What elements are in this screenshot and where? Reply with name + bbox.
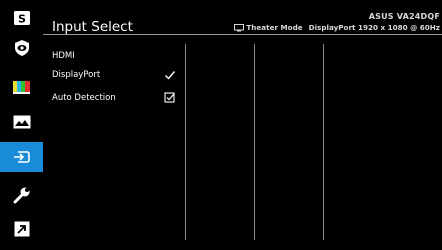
sidebar-item-system-setup[interactable]: [0, 180, 43, 210]
image-icon: [13, 115, 30, 129]
osd-panel: [43, 0, 442, 250]
checkbox-checked-icon[interactable]: [164, 92, 176, 104]
sidebar-item-splendid[interactable]: S: [0, 3, 43, 33]
column-divider: [254, 44, 255, 240]
monitor-icon: [234, 23, 245, 31]
svg-text:S: S: [18, 13, 26, 26]
color-bars-icon: [12, 81, 30, 94]
sidebar-item-input-select[interactable]: [0, 142, 43, 172]
sidebar-item-color[interactable]: [0, 72, 43, 102]
column-divider: [185, 44, 186, 240]
header-divider: [43, 34, 442, 35]
sidebar: S: [0, 0, 43, 250]
shield-icon: [14, 40, 29, 56]
wrench-icon: [13, 187, 29, 204]
s-logo-icon: S: [13, 11, 30, 26]
model-name: ASUS VA24DQF: [368, 12, 440, 21]
page-title: Input Select: [52, 19, 133, 35]
status-bar: Theater Mode DisplayPort 1920 x 1080 @ 6…: [234, 23, 440, 32]
signal-info: DisplayPort 1920 x 1080 @ 60Hz: [308, 23, 440, 32]
column-divider: [323, 44, 324, 240]
option-auto-detection[interactable]: Auto Detection: [52, 93, 116, 103]
shortcut-icon: [14, 221, 29, 237]
sidebar-item-eye-care[interactable]: [0, 33, 43, 63]
sidebar-item-image[interactable]: [0, 107, 43, 137]
input-select-icon: [13, 151, 30, 163]
option-hdmi[interactable]: HDMI: [52, 51, 75, 61]
check-icon: [165, 71, 176, 80]
option-displayport[interactable]: DisplayPort: [52, 70, 100, 80]
mode-label: Theater Mode: [246, 23, 303, 32]
sidebar-item-shortcut[interactable]: [0, 214, 43, 244]
